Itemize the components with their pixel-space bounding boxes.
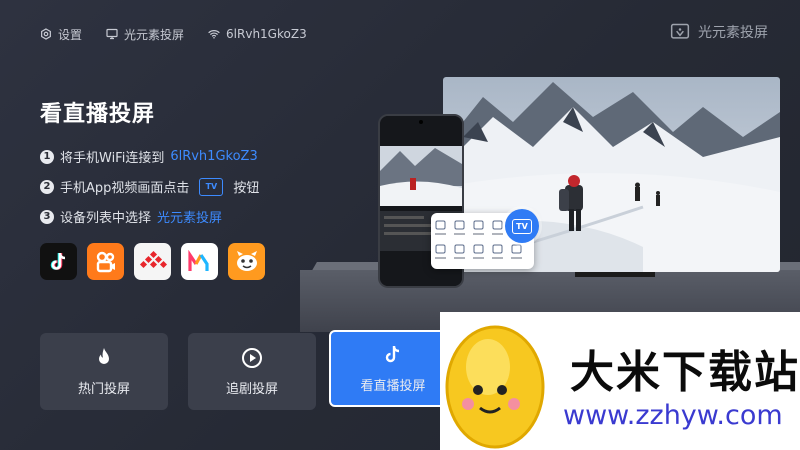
- step-text: 设备列表中选择: [60, 211, 152, 226]
- xigua-icon: [134, 243, 171, 280]
- huya-icon: [228, 243, 265, 280]
- settings-label: 设置: [58, 27, 83, 42]
- wifi-label: 6lRvh1GkoZ3: [226, 27, 307, 41]
- settings-item[interactable]: 设置: [40, 26, 82, 43]
- app-list: [40, 243, 265, 280]
- watermark-url: www.zzhyw.com: [563, 400, 783, 431]
- step-text: 手机App视频画面点击: [60, 181, 190, 196]
- wifi-icon: [208, 30, 220, 39]
- brand-logo: 光元素投屏: [670, 22, 768, 42]
- hot-cast-label: 热门投屏: [77, 382, 130, 397]
- step-suffix: 按钮: [233, 181, 260, 196]
- live-cast-button[interactable]: 看直播投屏: [329, 330, 457, 407]
- step-3: 3 设备列表中选择 光元素投屏: [40, 207, 222, 226]
- drama-cast-button[interactable]: 追剧投屏: [188, 333, 316, 410]
- douyin-icon: [40, 243, 77, 280]
- tv-cast-button: TV: [505, 209, 539, 243]
- hot-cast-button[interactable]: 热门投屏: [40, 333, 168, 410]
- watermark-title: 大米下载站: [570, 347, 800, 398]
- tv-badge-icon: TV: [199, 177, 224, 196]
- flame-icon: [99, 348, 109, 364]
- step-number: 2: [40, 179, 54, 194]
- step-text: 将手机WiFi连接到: [60, 151, 165, 166]
- gear-icon: [41, 28, 51, 40]
- device-item: 光元素投屏: [106, 26, 184, 43]
- page-title: 看直播投屏: [40, 102, 156, 127]
- rice-mascot-logo: [445, 325, 545, 449]
- step-1: 1 将手机WiFi连接到 6lRvh1GkoZ3: [40, 147, 258, 166]
- top-bar: 设置 光元素投屏 6lRvh1GkoZ3: [40, 24, 307, 44]
- wifi-name-highlight: 6lRvh1GkoZ3: [170, 149, 258, 164]
- tiktok-icon: [385, 345, 400, 363]
- monitor-icon: [106, 28, 118, 40]
- cast-icon: [670, 23, 690, 39]
- step-number: 1: [40, 149, 54, 164]
- wifi-item: 6lRvh1GkoZ3: [208, 27, 307, 41]
- step-number: 3: [40, 209, 54, 224]
- device-label: 光元素投屏: [124, 27, 185, 42]
- brand-label: 光元素投屏: [698, 25, 768, 41]
- device-name-highlight: 光元素投屏: [157, 211, 223, 226]
- live-cast-label: 看直播投屏: [360, 379, 426, 394]
- tv-badge-icon: TV: [512, 218, 532, 234]
- kuaishou-icon: [87, 243, 124, 280]
- step-2: 2 手机App视频画面点击 TV 按钮: [40, 177, 259, 196]
- drama-cast-label: 追剧投屏: [225, 382, 278, 397]
- play-icon: [242, 348, 262, 368]
- mango-icon: [181, 243, 218, 280]
